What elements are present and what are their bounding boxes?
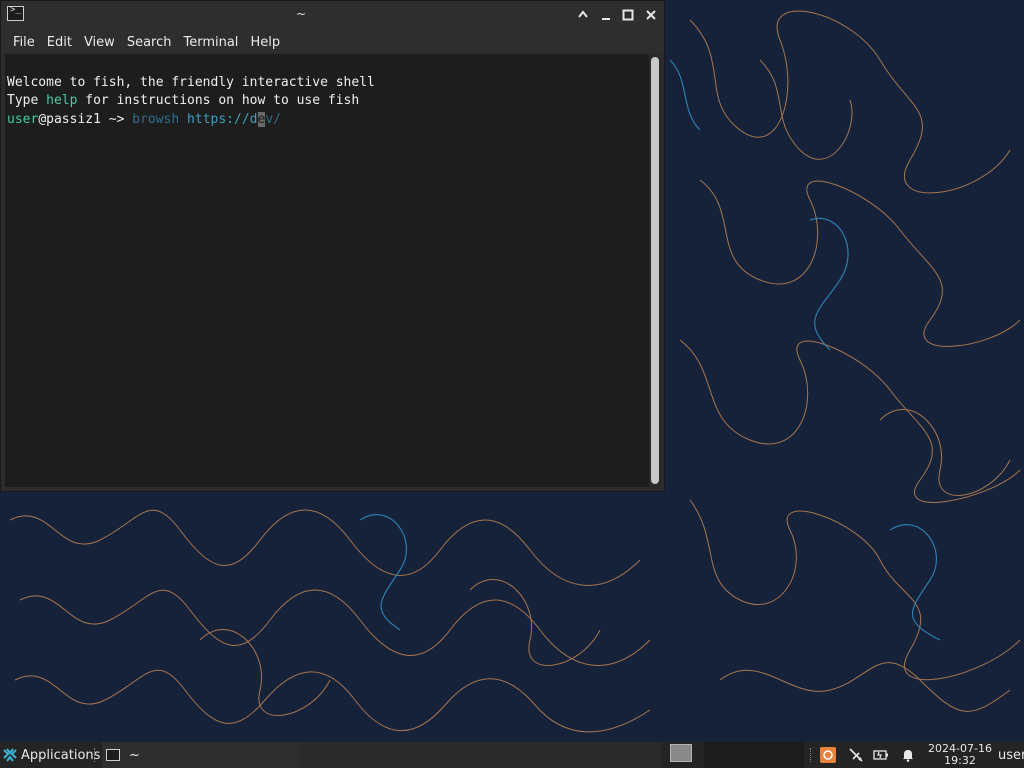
menu-help[interactable]: Help [244, 32, 286, 54]
command-word: browsh [132, 111, 180, 127]
applications-menu-button[interactable]: Applications [2, 742, 100, 768]
notification-bell-icon[interactable] [900, 747, 916, 763]
taskbar: Applications ~ 2024-07-16 19:32 user [0, 742, 1024, 768]
terminal-window: >_ ~ File Edit View Search Terminal Help Welc… [0, 0, 665, 492]
terminal-task-icon [106, 749, 120, 761]
xfce-logo-icon [3, 748, 17, 762]
minimize-chevron-icon[interactable] [575, 7, 591, 23]
prompt-host: @passiz1 [38, 111, 101, 127]
command-space [179, 112, 187, 127]
scrollbar-thumb[interactable] [651, 57, 659, 484]
scrollbar-track[interactable] [650, 54, 661, 487]
help-line-post: for instructions on how to use fish [77, 93, 360, 108]
terminal-output-area[interactable]: Welcome to fish, the friendly interactiv… [5, 54, 649, 487]
prompt-separator: ~> [100, 111, 133, 127]
prompt-line[interactable]: user@passiz1 ~> browsh https://dev/ [7, 111, 375, 130]
close-icon[interactable] [643, 7, 659, 23]
window-titlebar[interactable]: >_ ~ [1, 1, 664, 31]
workspace-1-button[interactable] [670, 744, 692, 762]
menu-bar: File Edit View Search Terminal Help [1, 31, 664, 53]
menu-terminal[interactable]: Terminal [177, 32, 244, 54]
clock[interactable]: 2024-07-16 19:32 [928, 743, 992, 767]
battery-icon[interactable] [873, 747, 889, 763]
menu-search[interactable]: Search [121, 32, 178, 54]
user-menu[interactable]: user [998, 748, 1024, 763]
command-url-part-b: v/ [265, 111, 281, 127]
help-line: Type help for instructions on how to use… [7, 92, 375, 111]
help-command: help [46, 93, 78, 108]
menu-view[interactable]: View [78, 32, 121, 54]
menu-edit[interactable]: Edit [41, 32, 78, 54]
taskbar-empty-space [300, 742, 662, 768]
minimize-icon[interactable] [598, 7, 614, 23]
prompt-user: user [7, 111, 39, 127]
workspace-switcher[interactable] [704, 742, 804, 768]
command-url-part-a: https://d [187, 111, 258, 127]
clock-time: 19:32 [944, 754, 976, 767]
tray-separator [810, 748, 813, 762]
task-label: ~ [129, 747, 140, 763]
maximize-icon[interactable] [620, 7, 636, 23]
window-title: ~ [295, 7, 307, 21]
update-notifier-icon[interactable] [820, 747, 836, 763]
help-line-pre: Type [7, 93, 47, 108]
applications-label: Applications [21, 747, 101, 763]
taskbar-separator [94, 748, 97, 762]
menu-file[interactable]: File [7, 32, 41, 54]
network-disconnected-icon[interactable] [848, 747, 864, 763]
taskbar-terminal-task[interactable]: ~ [102, 742, 300, 768]
welcome-line: Welcome to fish, the friendly interactiv… [7, 74, 375, 90]
